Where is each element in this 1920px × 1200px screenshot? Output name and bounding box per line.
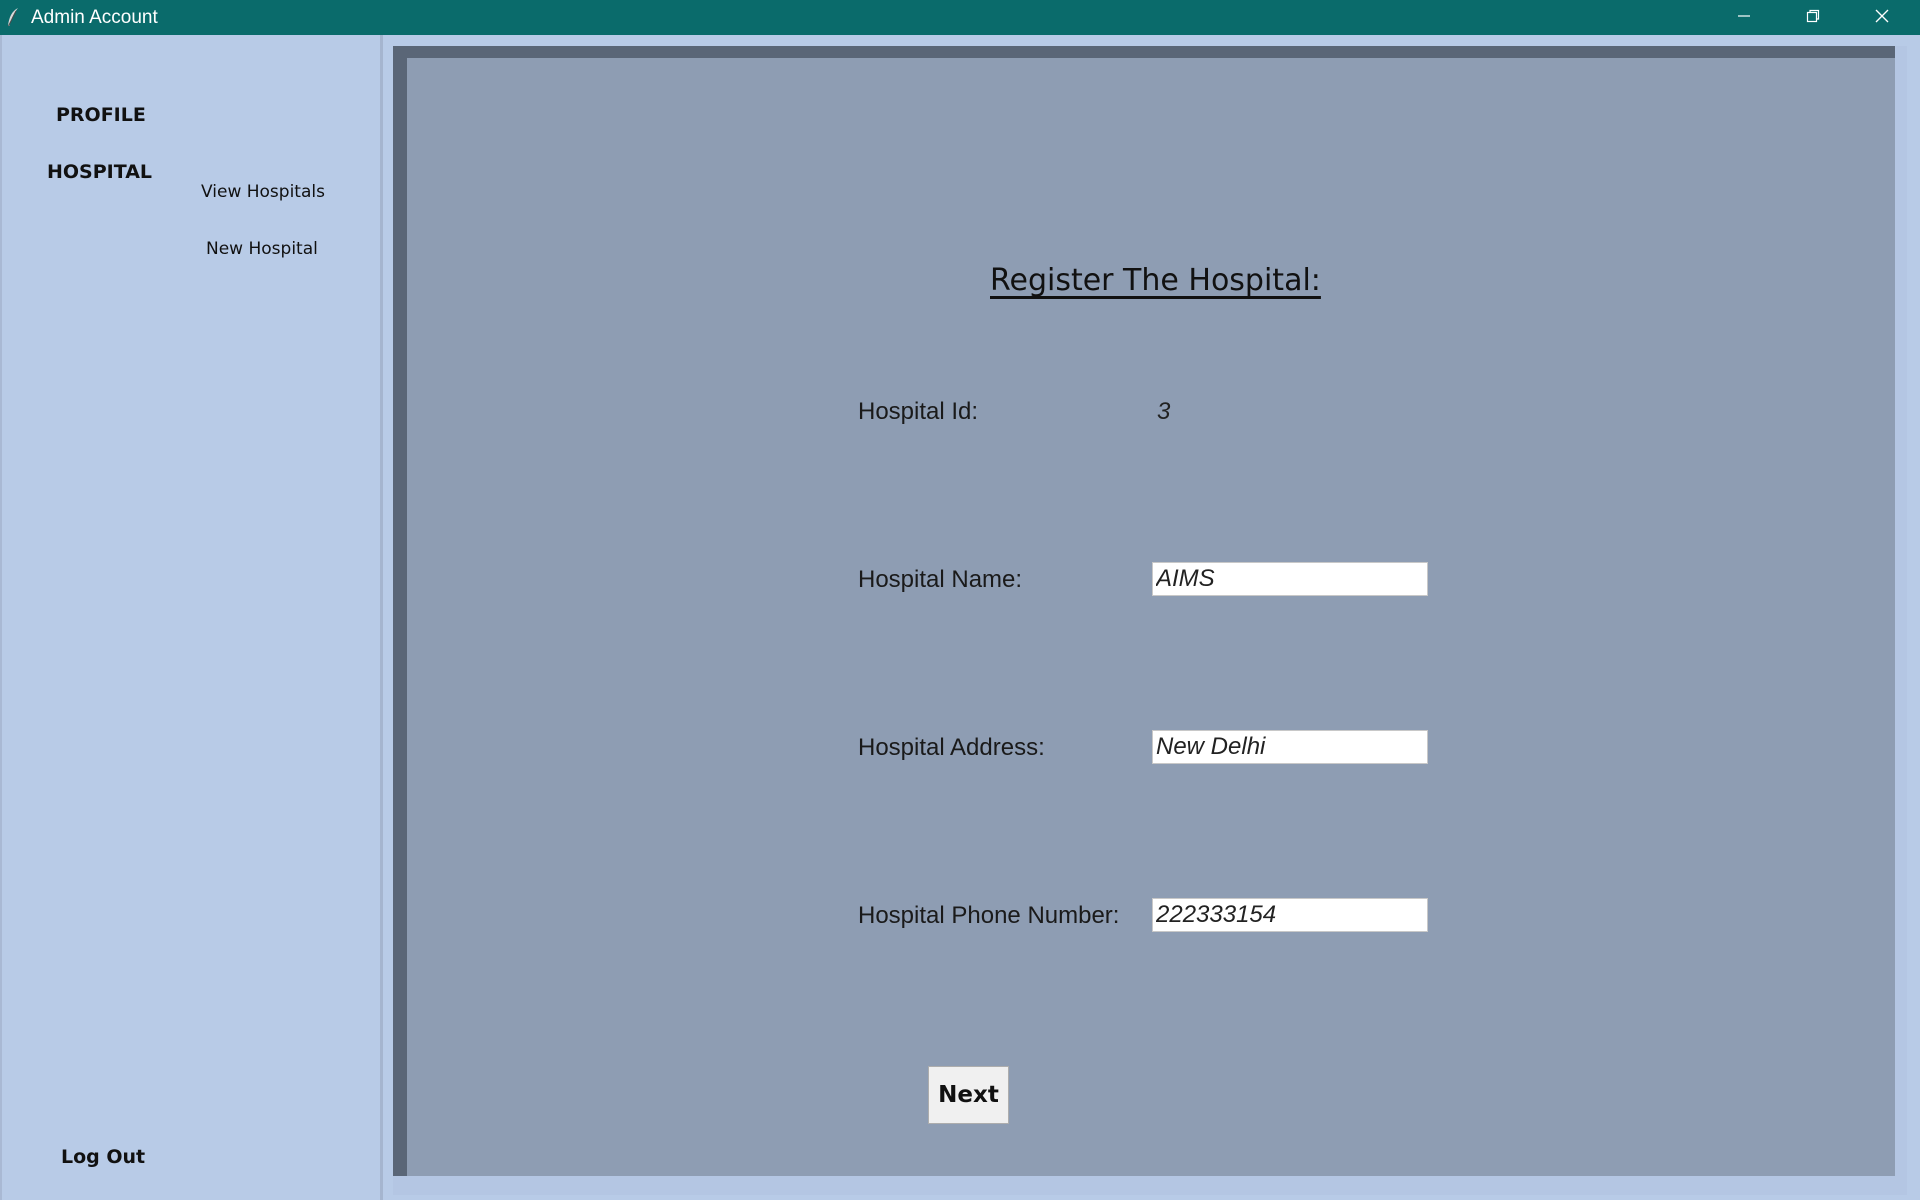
hospital-name-field[interactable] (1152, 562, 1428, 596)
sidebar-item-hospital[interactable]: HOSPITAL (47, 161, 152, 183)
main-frame-highlight-right (1895, 46, 1907, 1195)
close-icon (1874, 8, 1890, 28)
close-button[interactable] (1848, 0, 1916, 35)
sidebar: PROFILE HOSPITAL View Hospitals New Hosp… (0, 35, 383, 1200)
hospital-phone-label: Hospital Phone Number: (858, 902, 1120, 929)
next-button[interactable]: Next (928, 1066, 1009, 1124)
hospital-id-value: 3 (1157, 398, 1171, 425)
main-panel (407, 58, 1895, 1176)
sidebar-item-profile[interactable]: PROFILE (56, 104, 146, 126)
hospital-address-field[interactable] (1152, 730, 1428, 764)
sidebar-item-view-hospitals[interactable]: View Hospitals (201, 182, 325, 202)
minimize-button[interactable] (1710, 0, 1778, 35)
minimize-icon (1736, 8, 1752, 28)
logout-button[interactable]: Log Out (61, 1146, 145, 1168)
restore-icon (1805, 8, 1821, 28)
hospital-address-label: Hospital Address: (858, 734, 1045, 761)
hospital-name-label: Hospital Name: (858, 566, 1023, 593)
hospital-id-label: Hospital Id: (858, 398, 979, 425)
main-frame-highlight-bottom (393, 1176, 1907, 1195)
feather-icon (6, 7, 22, 27)
page-title: Register The Hospital: (990, 263, 1321, 298)
title-bar: Admin Account (0, 0, 1920, 35)
window-title: Admin Account (31, 7, 158, 28)
sidebar-divider (380, 35, 383, 1200)
sidebar-item-new-hospital[interactable]: New Hospital (206, 239, 318, 259)
restore-button[interactable] (1779, 0, 1847, 35)
hospital-phone-field[interactable] (1152, 898, 1428, 932)
